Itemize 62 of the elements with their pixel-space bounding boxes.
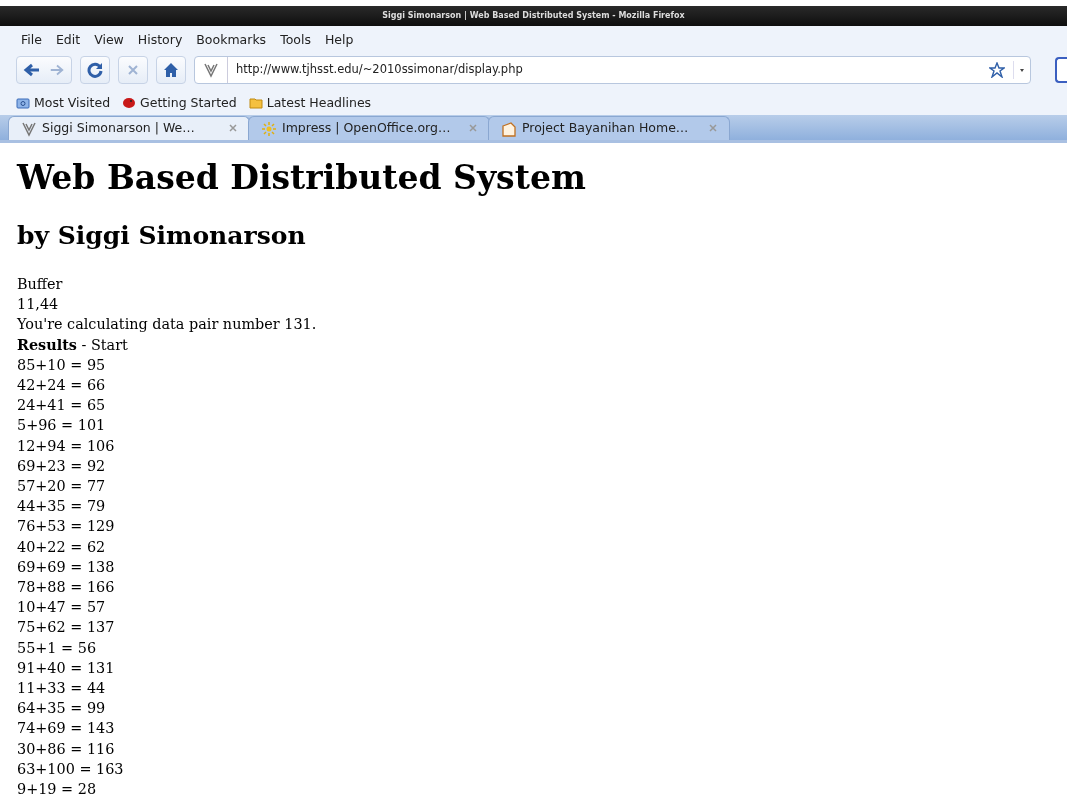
browser-tab[interactable]: Project Bayanihan Home… xyxy=(488,116,730,140)
feed-folder-icon xyxy=(248,97,263,109)
site-favicon-icon xyxy=(203,62,219,78)
menu-item[interactable]: Tools xyxy=(273,30,318,50)
reload-icon xyxy=(87,62,103,78)
text-line: 9+19 = 28 xyxy=(17,780,98,800)
reload-button[interactable] xyxy=(80,56,110,84)
text-line: 30+86 = 116 xyxy=(17,739,116,759)
menu-item[interactable]: History xyxy=(130,30,190,50)
url-text: http://www.tjhsst.edu/~2010ssimonar/display.php xyxy=(235,61,523,79)
menu-item[interactable]: Bookmarks xyxy=(189,30,274,50)
folder-icon xyxy=(16,97,30,109)
text-line: 5+96 = 101 xyxy=(17,416,107,436)
browser-tab[interactable]: Impress | OpenOffice.org… xyxy=(248,116,490,140)
page-icon xyxy=(501,120,517,137)
text-line: 55+1 = 56 xyxy=(17,638,98,658)
text-line: Buffer xyxy=(17,275,64,294)
text-line: 78+88 = 166 xyxy=(17,578,116,598)
menu-item[interactable]: Edit xyxy=(48,30,88,50)
text-line: 42+24 = 66 xyxy=(17,376,107,395)
text-line: 11,44 xyxy=(17,295,60,315)
forward-arrow-icon xyxy=(49,62,65,78)
menu-item[interactable]: View xyxy=(87,30,131,50)
page-heading: Web Based Distributed System xyxy=(17,158,587,198)
sparkle-icon xyxy=(261,120,277,137)
window-title: Siggi Simonarson | Web Based Distributed System - Mozilla Firefox xyxy=(0,6,1067,26)
close-icon xyxy=(127,64,139,76)
menu-item[interactable]: File xyxy=(14,30,49,50)
text-line: 69+69 = 138 xyxy=(17,557,116,577)
bookmark-star-icon[interactable] xyxy=(989,62,1005,78)
text-line: 24+41 = 65 xyxy=(17,396,107,416)
text-line: 74+69 = 143 xyxy=(17,719,116,739)
dropdown-caret-icon[interactable] xyxy=(1018,66,1026,73)
text-line: You're calculating data pair number 131. xyxy=(17,315,318,335)
text-line: 12+94 = 106 xyxy=(17,436,116,456)
home-button[interactable] xyxy=(156,56,186,84)
bookmark-item[interactable]: Getting Started xyxy=(120,93,239,113)
bookmark-item[interactable]: Latest Headlines xyxy=(246,93,374,113)
menu-item[interactable]: Help xyxy=(317,30,361,50)
page-subheading: by Siggi Simonarson xyxy=(17,221,307,251)
back-button[interactable] xyxy=(23,62,41,78)
text-line: 75+62 = 137 xyxy=(17,618,116,638)
browser-tab[interactable]: Siggi Simonarson | We… xyxy=(8,116,250,140)
text-line: 63+100 = 163 xyxy=(17,759,125,779)
home-icon xyxy=(163,62,179,78)
back-arrow-icon xyxy=(23,62,41,78)
address-bar[interactable]: http://www.tjhsst.edu/~2010ssimonar/display.php xyxy=(194,56,1031,84)
tab-favicon-icon xyxy=(21,120,37,137)
bookmark-favicon-icon xyxy=(122,97,137,109)
text-line: 11+33 = 44 xyxy=(17,679,107,699)
text-line: 64+35 = 99 xyxy=(17,699,107,719)
text-line: 57+20 = 77 xyxy=(17,477,107,497)
text-line: 76+53 = 129 xyxy=(17,517,116,537)
text-line: 44+35 = 79 xyxy=(17,497,107,517)
text-line: 69+23 = 92 xyxy=(17,456,107,476)
text-line: Results - Start xyxy=(17,334,129,355)
search-engine-icon[interactable] xyxy=(1055,57,1067,83)
bookmark-item[interactable]: Most Visited xyxy=(14,93,113,113)
text-line: 40+22 = 62 xyxy=(17,537,107,557)
text-line: 10+47 = 57 xyxy=(17,598,107,618)
text-line: 85+10 = 95 xyxy=(17,355,107,375)
text-line: 91+40 = 131 xyxy=(17,658,116,678)
